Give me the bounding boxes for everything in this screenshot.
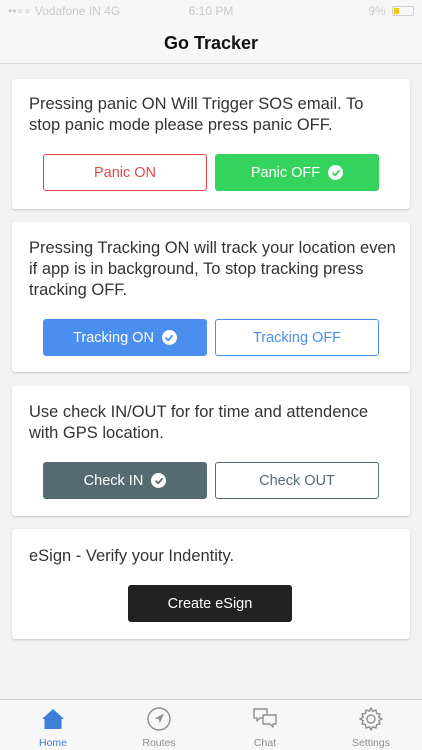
checkmark-icon [161,330,177,345]
battery-percent: 9% [368,4,389,18]
check-out-button[interactable]: Check OUT [215,462,379,499]
tab-chat[interactable]: Chat [212,700,318,750]
tracking-off-button[interactable]: Tracking OFF [215,319,379,356]
tab-settings[interactable]: Settings [318,700,422,750]
panic-off-label: Panic OFF [250,164,321,181]
navigation-arrow-icon [147,707,171,731]
home-icon [42,709,64,729]
create-esign-button[interactable]: Create eSign [128,585,292,622]
panic-off-button[interactable]: Panic OFF [215,154,379,191]
page-title: Go Tracker [163,33,259,53]
check-description: Use check IN/OUT for for time and attend… [29,403,369,442]
check-card: Use check IN/OUT for for time and attend… [12,386,410,516]
tab-settings-label: Settings [352,737,390,749]
check-out-label: Check OUT [259,472,335,489]
check-in-label: Check IN [83,472,144,489]
tab-home[interactable]: Home [0,700,106,750]
gear-icon [359,707,383,731]
status-right: 9% [368,4,414,18]
tab-routes-label: Routes [142,737,176,749]
checkmark-icon [328,165,344,180]
battery-icon [392,6,414,16]
panic-on-label: Panic ON [93,164,157,181]
esign-description: eSign - Verify your Indentity. [29,547,235,565]
tab-bar: Home Routes Chat Settings [0,699,422,750]
chat-icon [253,708,277,728]
panic-description: Pressing panic ON Will Trigger SOS email… [29,95,364,134]
status-bar: ••∘∘ Vodafone IN 4G 6:10 PM 9% [0,0,422,22]
esign-card: eSign - Verify your Indentity. Create eS… [12,529,410,639]
nav-bar: Go Tracker [0,22,422,64]
create-esign-label: Create eSign [167,595,253,612]
tracking-on-label: Tracking ON [73,329,154,346]
tracking-description: Pressing Tracking ON will track your loc… [29,239,396,299]
tracking-card: Pressing Tracking ON will track your loc… [12,222,410,372]
status-time: 6:10 PM [188,4,234,18]
panic-card: Pressing panic ON Will Trigger SOS email… [12,79,410,209]
panic-on-button[interactable]: Panic ON [43,154,207,191]
tab-chat-label: Chat [253,737,277,749]
tracking-on-button[interactable]: Tracking ON [43,319,207,356]
checkmark-icon [151,473,167,488]
tab-routes[interactable]: Routes [106,700,212,750]
check-in-button[interactable]: Check IN [43,462,207,499]
tab-home-label: Home [38,737,67,749]
tracking-off-label: Tracking OFF [252,329,342,346]
